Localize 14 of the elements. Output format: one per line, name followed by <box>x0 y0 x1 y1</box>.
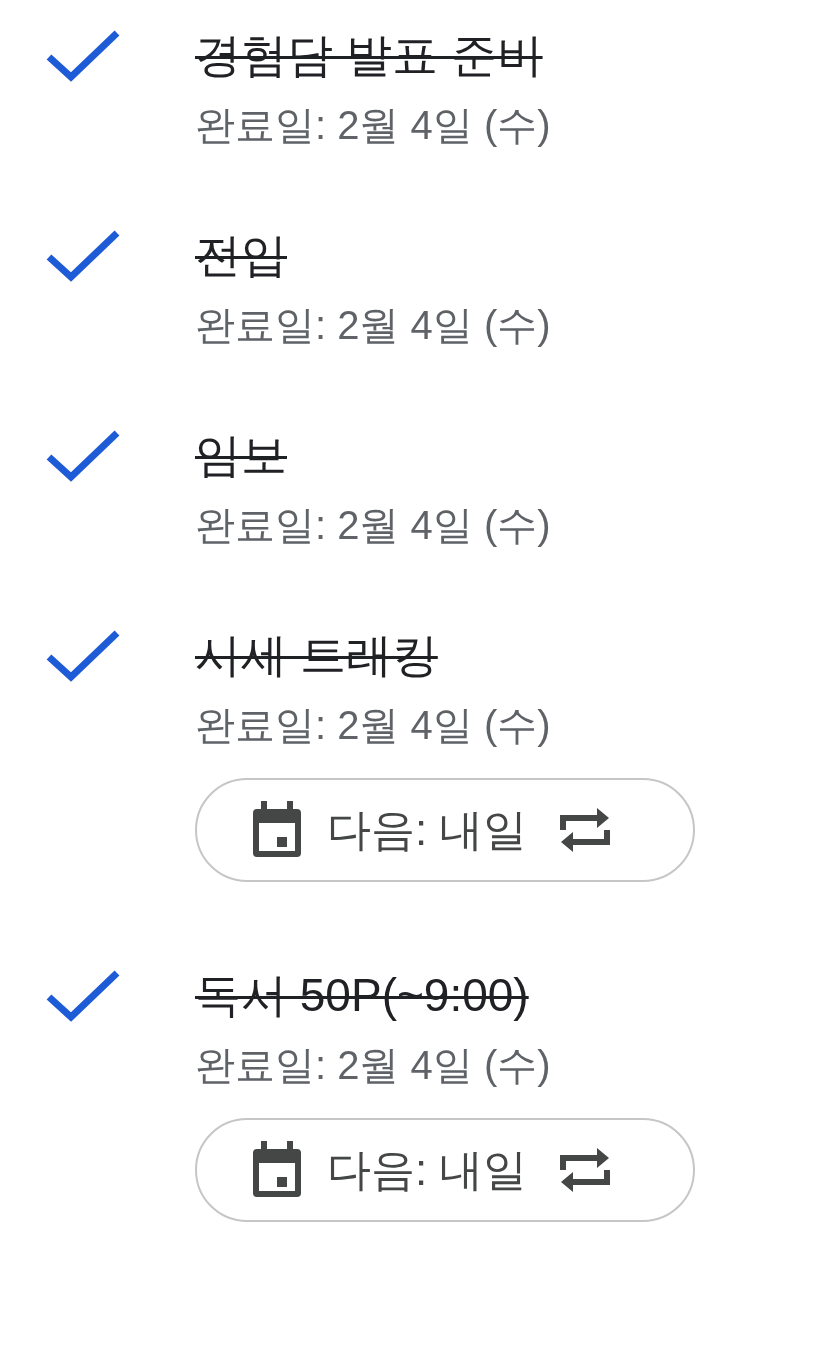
chip-label: 다음: 내일 <box>327 1144 528 1196</box>
task-title[interactable]: 시세 트래킹 <box>195 620 438 690</box>
completion-date: 완료일: 2월 4일 (수) <box>195 302 551 349</box>
completion-date: 완료일: 2월 4일 (수) <box>195 1042 551 1089</box>
completion-date: 완료일: 2월 4일 (수) <box>195 102 551 149</box>
completion-date: 완료일: 2월 4일 (수) <box>195 502 551 549</box>
task-title[interactable]: 경험담 발표 준비 <box>195 20 543 90</box>
task-title[interactable]: 임보 <box>195 420 287 490</box>
repeat-chip[interactable]: 다음: 내일 <box>195 1118 695 1222</box>
repeat-chip[interactable]: 다음: 내일 <box>195 778 695 882</box>
completion-date: 완료일: 2월 4일 (수) <box>195 702 551 749</box>
chip-label: 다음: 내일 <box>327 804 528 856</box>
task-title[interactable]: 전입 <box>195 220 287 290</box>
task-title[interactable]: 독서 50P(~9:00) <box>195 960 529 1030</box>
